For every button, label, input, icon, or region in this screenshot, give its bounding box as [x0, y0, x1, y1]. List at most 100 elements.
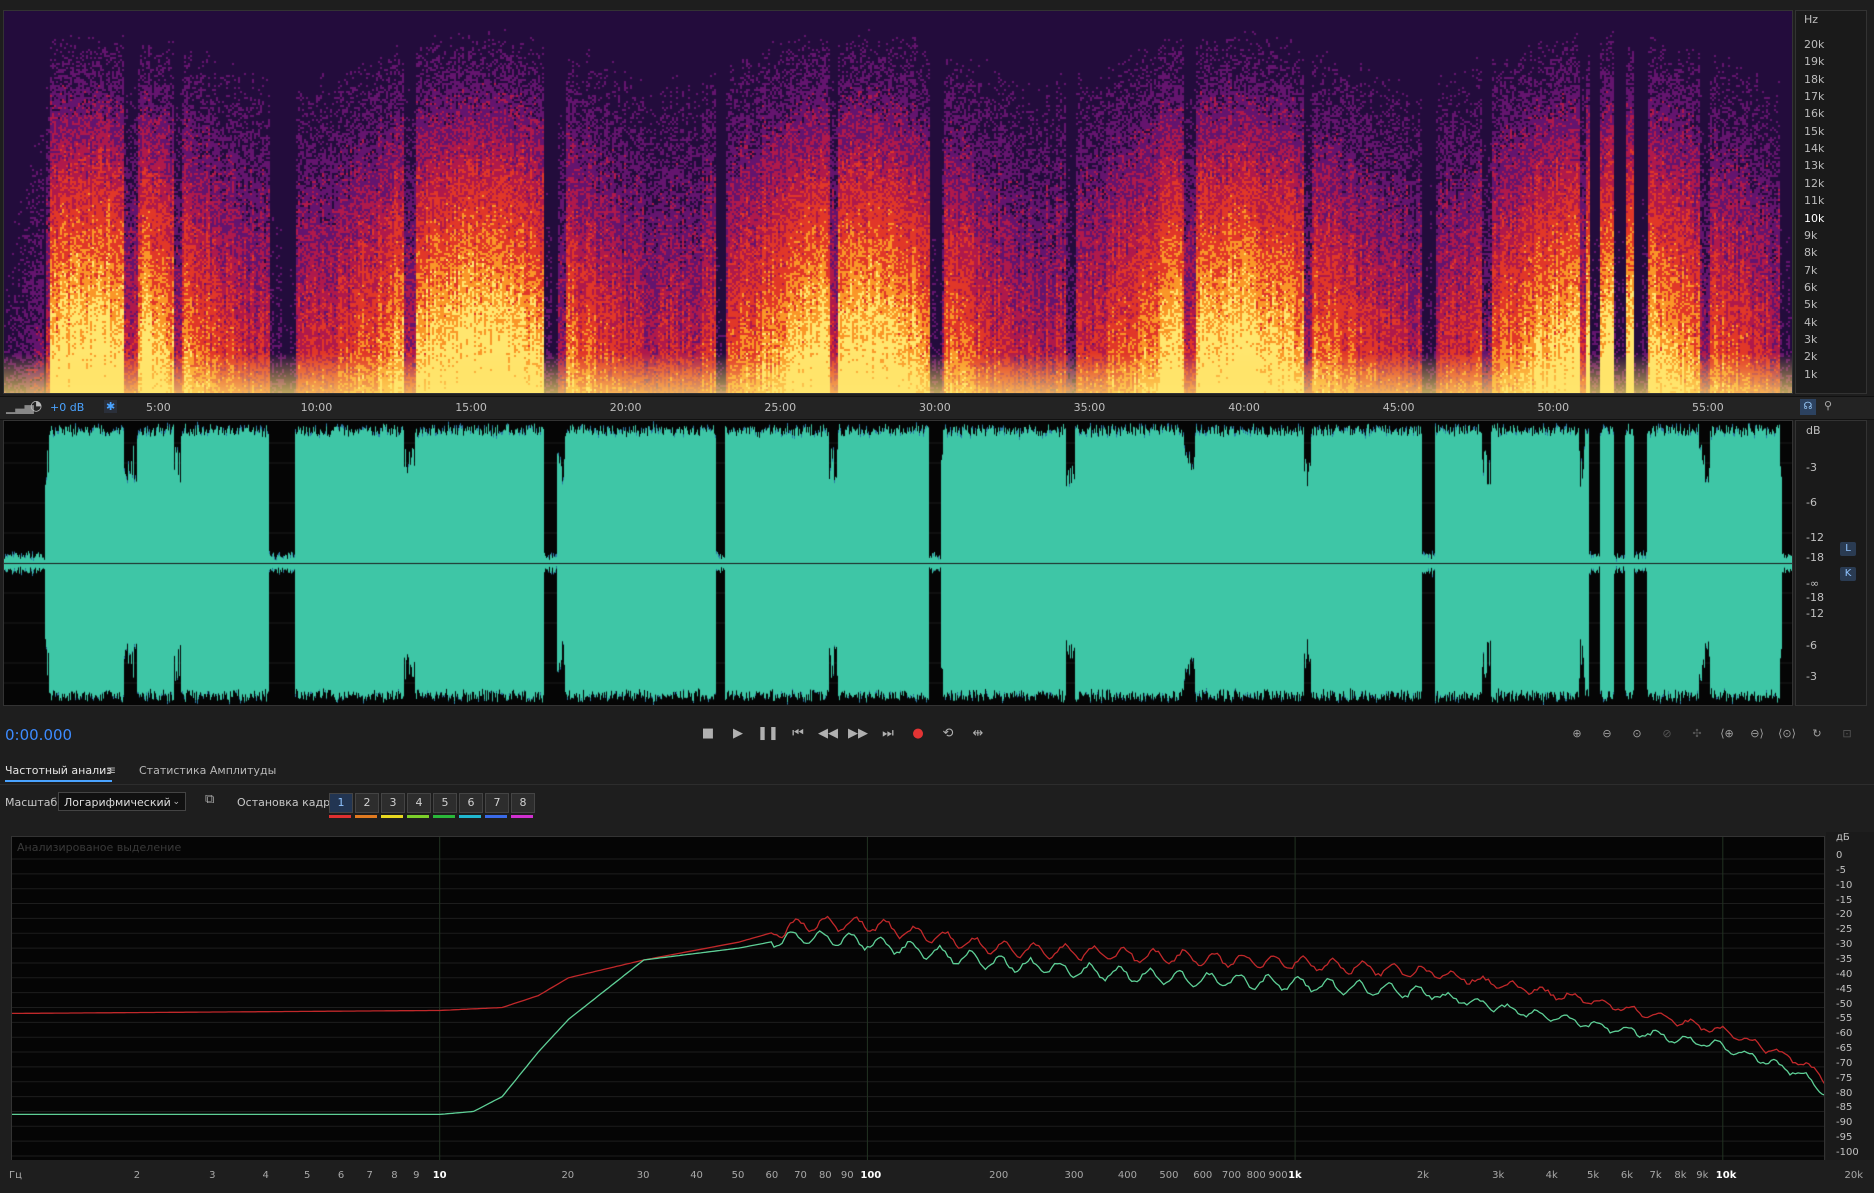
zoom-disabled-icon[interactable]: ⊡: [1835, 723, 1859, 745]
frame-hold-button[interactable]: 3: [381, 793, 405, 813]
skip-end-icon[interactable]: ⏭: [876, 723, 900, 745]
frequency-tick-label: 400: [1117, 1170, 1137, 1181]
frame-color-swatch: [459, 815, 481, 818]
frame-color-swatch: [355, 815, 377, 818]
frame-hold-button[interactable]: 4: [407, 793, 431, 813]
frequency-tick-label: 7k: [1804, 263, 1818, 277]
time-tick-label: 50:00: [1537, 401, 1570, 414]
frequency-tick-label: 9k: [1696, 1170, 1709, 1181]
record-icon[interactable]: ●: [906, 723, 930, 745]
amplitude-tick-label: -12: [1806, 607, 1824, 620]
frequency-tick-label: 4: [262, 1170, 269, 1181]
zoom-fit-disabled-icon[interactable]: ✣: [1685, 723, 1709, 745]
skip-selection-icon[interactable]: ⇹: [966, 723, 990, 745]
frequency-tick-label: 1k: [1804, 367, 1818, 381]
zoom-selection-disabled-icon[interactable]: ⊘: [1655, 723, 1679, 745]
frequency-tick-label: 8: [391, 1170, 398, 1181]
frequency-tick-label: 90: [840, 1170, 854, 1181]
stop-icon[interactable]: ■: [696, 723, 720, 745]
frequency-tick-label: 15k: [1804, 124, 1825, 138]
skip-start-icon[interactable]: ⏮: [786, 723, 810, 745]
amplitude-tick-label: -6: [1806, 639, 1817, 652]
zoom-in-amplitude-icon[interactable]: ⊕: [1565, 723, 1589, 745]
db-tick-label: -90: [1836, 1117, 1853, 1129]
amplitude-tick-label: -6: [1806, 496, 1817, 509]
channel-left-toggle[interactable]: L: [1840, 542, 1856, 556]
frame-hold-button[interactable]: 2: [355, 793, 379, 813]
frame-color-swatch: [485, 815, 507, 818]
zoom-in-time-icon[interactable]: ⟨⊕: [1715, 723, 1739, 745]
frequency-graph-svg: [12, 837, 1824, 1160]
frame-hold-label: Остановка кадра:: [237, 796, 341, 809]
waveform-display[interactable]: [3, 420, 1793, 706]
frequency-tick-label: Гц: [9, 1170, 22, 1181]
timeline-ruler[interactable]: ▁▃▅ ◔ +0 dB ✱ 5:00 10:00 15:00 20:00 25:00 30…: [0, 396, 1874, 420]
frequency-tick-label: 40: [690, 1170, 703, 1181]
db-tick-label: -20: [1836, 909, 1853, 921]
frequency-tick-label: 20k: [1844, 1170, 1864, 1181]
frequency-tick-label: 30: [636, 1170, 650, 1181]
frequency-tick-label: 7k: [1649, 1170, 1662, 1181]
fast-forward-icon[interactable]: ▶▶: [846, 723, 870, 745]
frequency-tick-label: 3k: [1804, 332, 1818, 346]
transport-bar: 0:00.000 ■ ▶ ❚❚ ⏮ ◀◀ ▶▶ ⏭ ● ⟲ ⇹ ⊕ ⊖ ⊙ ⊘ ✣ ⟨⊕ ⊖⟩ ⟨⊙⟩ ↻ ⊡: [0, 716, 1874, 752]
scale-dropdown-value: Логарифмический: [64, 796, 171, 809]
frame-hold-button[interactable]: 5: [433, 793, 457, 813]
amplitude-tick-label: -18: [1806, 591, 1824, 604]
marker-pin-icon[interactable]: ⚲: [1824, 399, 1832, 412]
frame-hold-button[interactable]: 1: [329, 793, 353, 813]
frequency-tick-label: 10: [432, 1170, 447, 1181]
panel-menu-icon[interactable]: ≡: [106, 763, 116, 777]
frame-hold-button[interactable]: 7: [485, 793, 509, 813]
volume-knob-icon[interactable]: ◔: [30, 398, 42, 414]
frame-hold-button[interactable]: 6: [459, 793, 483, 813]
frequency-tick-label: 2k: [1804, 350, 1818, 364]
time-tick-label: 35:00: [1073, 401, 1106, 414]
tab-amplitude-statistics[interactable]: Статистика Амплитуды: [139, 764, 276, 777]
loop-icon[interactable]: ⟲: [936, 723, 960, 745]
frequency-graph[interactable]: Анализированое выделение: [11, 836, 1825, 1161]
frequency-tick-label: 18k: [1804, 72, 1825, 86]
zoom-selection-icon[interactable]: ↻: [1805, 723, 1829, 745]
frequency-tick-label: 2k: [1416, 1170, 1429, 1181]
frequency-tick-label: 20k: [1804, 38, 1825, 51]
spectral-display[interactable]: [3, 10, 1793, 394]
zoom-full-icon[interactable]: ⟨⊙⟩: [1775, 723, 1799, 745]
scale-dropdown[interactable]: Логарифмический ⌄: [58, 792, 186, 811]
spectral-canvas[interactable]: [4, 11, 1792, 393]
scale-label: Масштаб:: [5, 796, 61, 809]
frequency-tick-label: 5k: [1587, 1170, 1600, 1181]
frequency-tick-label: 7: [366, 1170, 373, 1181]
current-time-display[interactable]: 0:00.000: [5, 726, 72, 744]
frequency-tick-label: 600: [1193, 1170, 1213, 1181]
frequency-tick-label: 3: [209, 1170, 216, 1181]
waveform-canvas[interactable]: [4, 421, 1792, 705]
frequency-tick-label: 100: [860, 1170, 882, 1181]
frequency-tick-label: 300: [1064, 1170, 1084, 1181]
zoom-out-amplitude-icon[interactable]: ⊖: [1595, 723, 1619, 745]
db-tick-label: -80: [1836, 1087, 1853, 1099]
frequency-tick-label: 13k: [1804, 159, 1825, 173]
time-tick-label: 5:00: [146, 401, 171, 414]
frequency-tick-label: 6: [337, 1170, 345, 1181]
tab-frequency-analysis[interactable]: Частотный анализ: [5, 764, 113, 782]
gain-value[interactable]: +0 dB: [50, 401, 84, 414]
frequency-tick-label: 9: [413, 1170, 420, 1181]
frame-hold-button[interactable]: 8: [511, 793, 535, 813]
zoom-reset-amplitude-icon[interactable]: ⊙: [1625, 723, 1649, 745]
zoom-out-time-icon[interactable]: ⊖⟩: [1745, 723, 1769, 745]
frequency-tick-label: 6k: [1804, 280, 1818, 294]
copy-icon[interactable]: ⧉: [205, 792, 214, 807]
pin-icon[interactable]: ✱: [104, 400, 118, 413]
headphones-icon[interactable]: ☊: [1800, 399, 1816, 415]
frequency-tick-label: 800: [1246, 1170, 1266, 1181]
play-icon[interactable]: ▶: [726, 723, 750, 745]
pause-icon[interactable]: ❚❚: [756, 723, 780, 745]
db-unit: дБ: [1836, 832, 1850, 843]
frequency-tick-label: 9k: [1804, 228, 1818, 242]
db-tick-label: 0: [1836, 850, 1843, 861]
frequency-tick-label: 4k: [1545, 1170, 1558, 1181]
channel-right-toggle[interactable]: K: [1840, 567, 1856, 581]
amplitude-tick-label: -3: [1806, 670, 1817, 683]
rewind-icon[interactable]: ◀◀: [816, 723, 840, 745]
